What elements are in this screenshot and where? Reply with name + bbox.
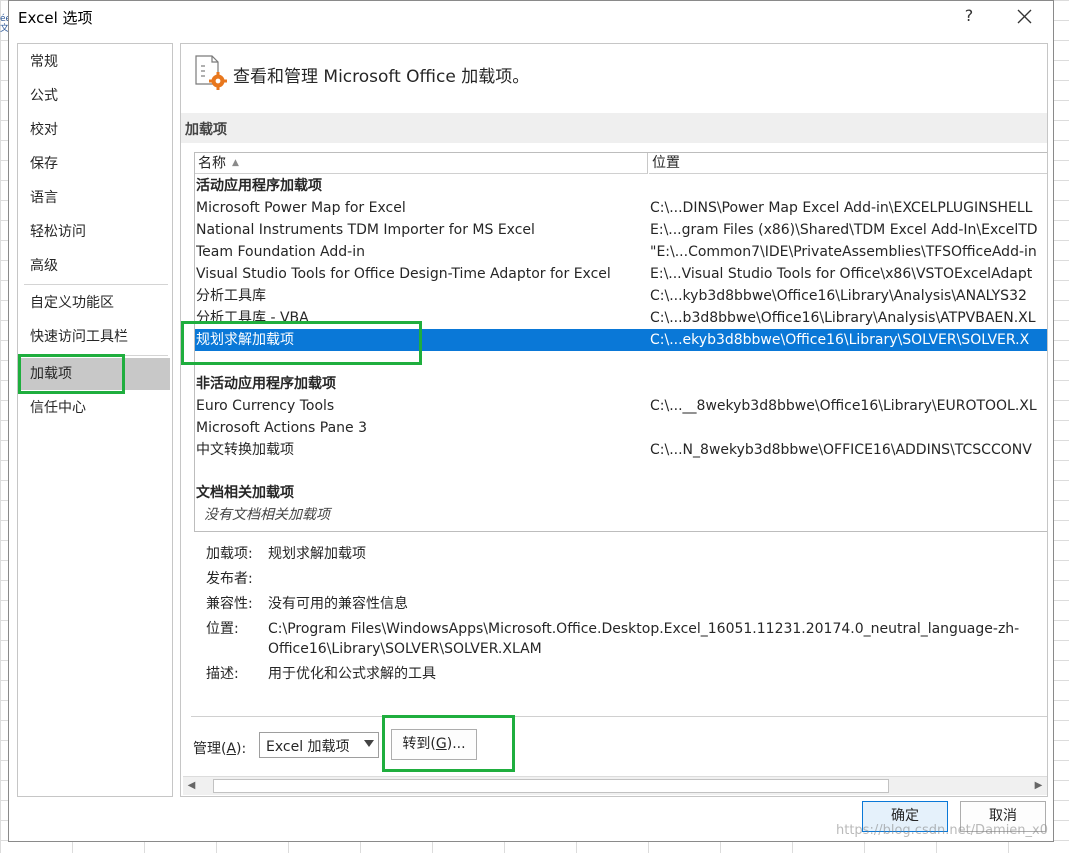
row-name: Microsoft Actions Pane 3 bbox=[196, 420, 367, 436]
table-row[interactable]: Microsoft Actions Pane 3 bbox=[195, 417, 1047, 439]
nav-item-formulas[interactable]: 公式 bbox=[20, 80, 170, 112]
sort-ascending-icon: ▲ bbox=[232, 158, 239, 168]
go-button[interactable]: 转到(G)... bbox=[391, 729, 477, 760]
section-label: 加载项 bbox=[185, 122, 227, 138]
divider bbox=[191, 716, 1047, 717]
nav-item-quick-access[interactable]: 快速访问工具栏 bbox=[20, 321, 170, 353]
nav-separator bbox=[24, 355, 168, 356]
detail-value: C:\Program Files\WindowsApps\Microsoft.O… bbox=[268, 621, 1020, 637]
detail-label: 兼容性: bbox=[206, 596, 253, 612]
empty-group-note: 没有文档相关加载项 bbox=[195, 504, 1047, 526]
detail-value: 用于优化和公式求解的工具 bbox=[268, 666, 436, 682]
title-bar: Excel 选项 ? bbox=[9, 1, 1053, 33]
column-header-location[interactable]: 位置 bbox=[649, 153, 1047, 174]
row-location: "E:\...Common7\IDE\PrivateAssemblies\TFS… bbox=[650, 244, 1037, 260]
table-row[interactable]: Visual Studio Tools for Office Design-Ti… bbox=[195, 263, 1047, 285]
nav-item-addins[interactable]: 加载项 bbox=[20, 358, 170, 390]
excel-options-dialog: Excel 选项 ? 常规 公式 校对 保存 语言 轻松访问 高级 自定义功能区… bbox=[8, 0, 1054, 842]
detail-label: 加载项: bbox=[206, 546, 253, 562]
row-location: C:\...b3d8bbwe\Office16\Library\Analysis… bbox=[650, 310, 1036, 326]
row-name: 中文转换加载项 bbox=[196, 442, 294, 458]
go-label-text: 转到( bbox=[402, 736, 436, 752]
scroll-left-icon[interactable]: ◀ bbox=[183, 777, 200, 795]
row-name: 分析工具库 bbox=[196, 288, 266, 304]
section-header: 加载项 bbox=[181, 113, 1047, 143]
row-name: Team Foundation Add-in bbox=[196, 244, 365, 260]
nav-item-accessibility[interactable]: 轻松访问 bbox=[20, 216, 170, 248]
group-header-inactive: 非活动应用程序加载项 bbox=[195, 373, 1047, 395]
row-name: 分析工具库 - VBA bbox=[196, 310, 309, 326]
table-row[interactable]: 中文转换加载项 C:\...N_8wekyb3d8bbwe\OFFICE16\AD… bbox=[195, 439, 1047, 461]
column-header-name-label: 名称 bbox=[198, 155, 226, 172]
nav-item-advanced[interactable]: 高级 bbox=[20, 250, 170, 282]
addins-panel: 查看和管理 Microsoft Office 加载项。 加载项 名称 ▲ 位置 活… bbox=[180, 43, 1048, 797]
detail-label: 发布者: bbox=[206, 571, 253, 587]
nav-item-language[interactable]: 语言 bbox=[20, 182, 170, 214]
row-name: Visual Studio Tools for Office Design-Ti… bbox=[196, 266, 611, 282]
addin-gear-icon bbox=[195, 55, 227, 90]
row-location: C:\...DINS\Power Map Excel Add-in\EXCELP… bbox=[650, 200, 1033, 216]
row-name: Microsoft Power Map for Excel bbox=[196, 200, 406, 216]
nav-item-save[interactable]: 保存 bbox=[20, 148, 170, 180]
column-header-name[interactable]: 名称 ▲ bbox=[195, 153, 648, 174]
row-location: E:\...gram Files (x86)\Shared\TDM Excel … bbox=[650, 222, 1038, 238]
table-row[interactable]: 分析工具库 C:\...kyb3d8bbwe\Office16\Library\A… bbox=[195, 285, 1047, 307]
row-location: C:\...N_8wekyb3d8bbwe\OFFICE16\ADDINS\TC… bbox=[650, 442, 1032, 458]
row-location: C:\...ekyb3d8bbwe\Office16\Library\SOLVE… bbox=[650, 332, 1030, 348]
row-location: E:\...Visual Studio Tools for Office\x86… bbox=[650, 266, 1033, 282]
scroll-thumb[interactable] bbox=[213, 779, 889, 793]
help-button[interactable]: ? bbox=[959, 6, 979, 26]
row-location: C:\...kyb3d8bbwe\Office16\Library\Analys… bbox=[650, 288, 1027, 304]
detail-value: 规划求解加载项 bbox=[268, 546, 366, 562]
scroll-right-icon[interactable]: ▶ bbox=[1030, 777, 1047, 795]
manage-label-text: ): bbox=[236, 741, 247, 757]
manage-select[interactable]: Excel 加载项 bbox=[259, 732, 379, 758]
nav-item-proofing[interactable]: 校对 bbox=[20, 114, 170, 146]
table-row-selected[interactable]: 规划求解加载项 C:\...ekyb3d8bbwe\Office16\Librar… bbox=[195, 329, 1047, 351]
nav-item-trust-center[interactable]: 信任中心 bbox=[20, 392, 170, 424]
watermark-text: https://blog.csdn.net/Damien_x0 bbox=[836, 823, 1049, 838]
table-row[interactable]: National Instruments TDM Importer for MS… bbox=[195, 219, 1047, 241]
table-row[interactable]: Euro Currency Tools C:\...__8wekyb3d8bbwe… bbox=[195, 395, 1047, 417]
manage-select-value: Excel 加载项 bbox=[266, 739, 350, 755]
dropdown-arrow-icon bbox=[364, 740, 374, 747]
row-location: C:\...__8wekyb3d8bbwe\Office16\Library\E… bbox=[650, 398, 1037, 414]
row-name: National Instruments TDM Importer for MS… bbox=[196, 222, 535, 238]
nav-item-general[interactable]: 常规 bbox=[20, 46, 170, 78]
group-title: 文档相关加载项 bbox=[196, 485, 294, 501]
addins-table: 名称 ▲ 位置 活动应用程序加载项 Microsoft Power Map for… bbox=[194, 152, 1047, 532]
detail-value: Office16\Library\SOLVER\SOLVER.XLAM bbox=[268, 641, 542, 657]
row-name: Euro Currency Tools bbox=[196, 398, 335, 414]
detail-label: 描述: bbox=[206, 666, 239, 682]
note-text: 没有文档相关加载项 bbox=[204, 507, 330, 523]
go-label-text: )... bbox=[446, 736, 466, 752]
row-name: 规划求解加载项 bbox=[196, 332, 294, 348]
close-icon bbox=[1017, 9, 1032, 24]
dialog-title: Excel 选项 bbox=[18, 9, 93, 27]
nav-item-customize-ribbon[interactable]: 自定义功能区 bbox=[20, 287, 170, 319]
group-title: 非活动应用程序加载项 bbox=[196, 376, 336, 392]
group-title: 活动应用程序加载项 bbox=[196, 178, 322, 194]
detail-value: 没有可用的兼容性信息 bbox=[268, 596, 408, 612]
close-button[interactable] bbox=[1011, 5, 1037, 29]
detail-label: 位置: bbox=[206, 621, 239, 637]
group-header-document: 文档相关加载项 bbox=[195, 482, 1047, 504]
table-row[interactable]: Microsoft Power Map for Excel C:\...DINS\… bbox=[195, 197, 1047, 219]
page-heading: 查看和管理 Microsoft Office 加载项。 bbox=[233, 67, 530, 87]
manage-label-text: 管理( bbox=[193, 741, 227, 757]
nav-separator bbox=[24, 284, 168, 285]
manage-label: 管理(A): bbox=[193, 738, 246, 758]
options-nav: 常规 公式 校对 保存 语言 轻松访问 高级 自定义功能区 快速访问工具栏 加载… bbox=[17, 43, 173, 797]
manage-accesskey: A bbox=[226, 741, 237, 757]
table-row[interactable]: Team Foundation Add-in "E:\...Common7\IDE… bbox=[195, 241, 1047, 263]
go-accesskey: G bbox=[435, 736, 447, 752]
table-row[interactable]: 分析工具库 - VBA C:\...b3d8bbwe\Office16\Libra… bbox=[195, 307, 1047, 329]
group-header-active: 活动应用程序加载项 bbox=[195, 175, 1047, 197]
horizontal-scrollbar[interactable]: ◀ ▶ bbox=[183, 776, 1047, 795]
